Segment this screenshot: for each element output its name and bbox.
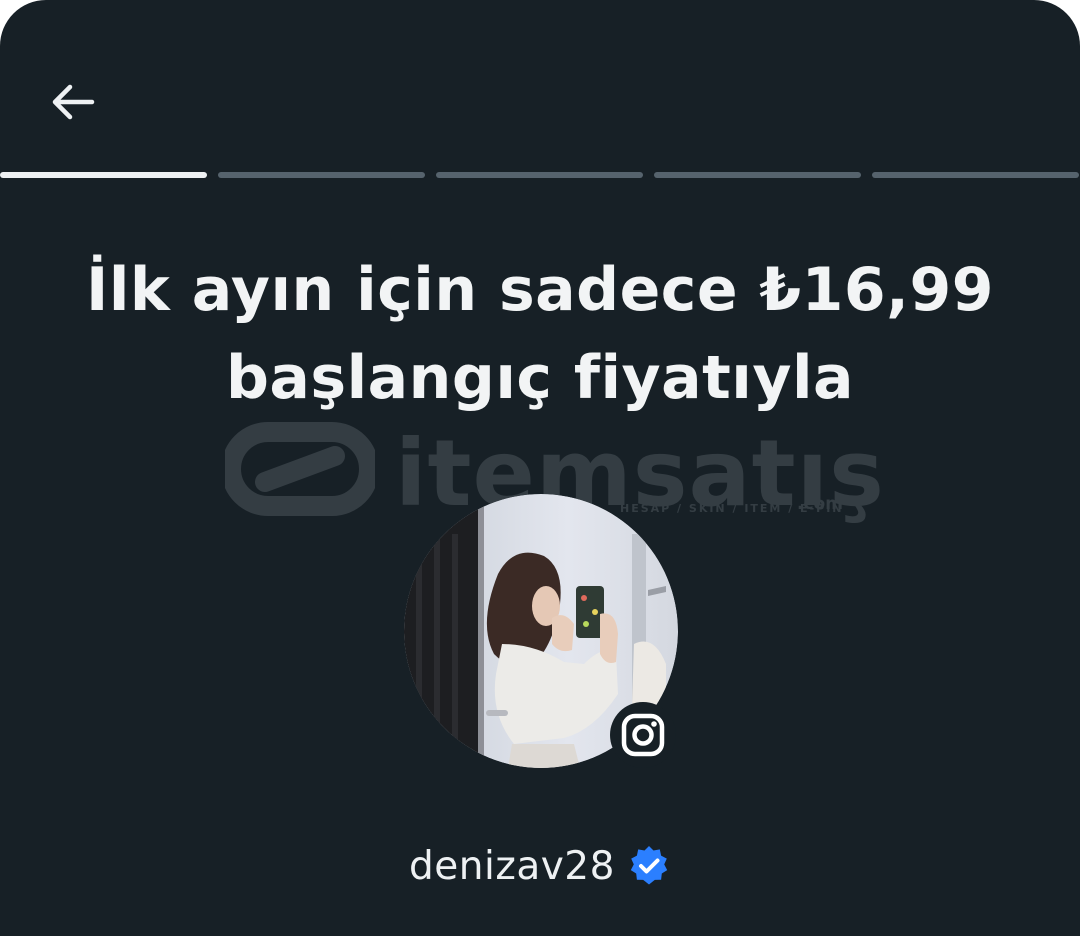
subscription-sheet: İlk ayın için sadece ₺16,99 başlangıç fi…: [0, 0, 1080, 936]
progress-segment-1: [0, 172, 207, 178]
offer-headline-line2: başlangıç fiyatıyla: [225, 343, 855, 413]
offer-headline-line1: İlk ayın için sadece ₺16,99: [86, 255, 994, 325]
arrow-left-icon: [52, 84, 95, 120]
username: denizav28: [409, 843, 615, 889]
progress-segment-4: [654, 172, 861, 178]
profile-name-row: denizav28: [0, 838, 1080, 894]
offer-headline: İlk ayın için sadece ₺16,99 başlangıç fi…: [60, 246, 1020, 422]
profile-avatar[interactable]: [404, 494, 678, 768]
instagram-badge: [610, 702, 676, 768]
watermark-suffix: .com: [797, 494, 843, 514]
verified-badge-icon: [630, 846, 668, 885]
progress-segment-2: [218, 172, 425, 178]
watermark-logo-icon: [225, 422, 375, 516]
story-progress: [0, 172, 1080, 179]
back-button[interactable]: [42, 74, 102, 130]
progress-segment-3: [436, 172, 643, 178]
progress-segment-5: [872, 172, 1079, 178]
instagram-icon: [621, 713, 665, 757]
